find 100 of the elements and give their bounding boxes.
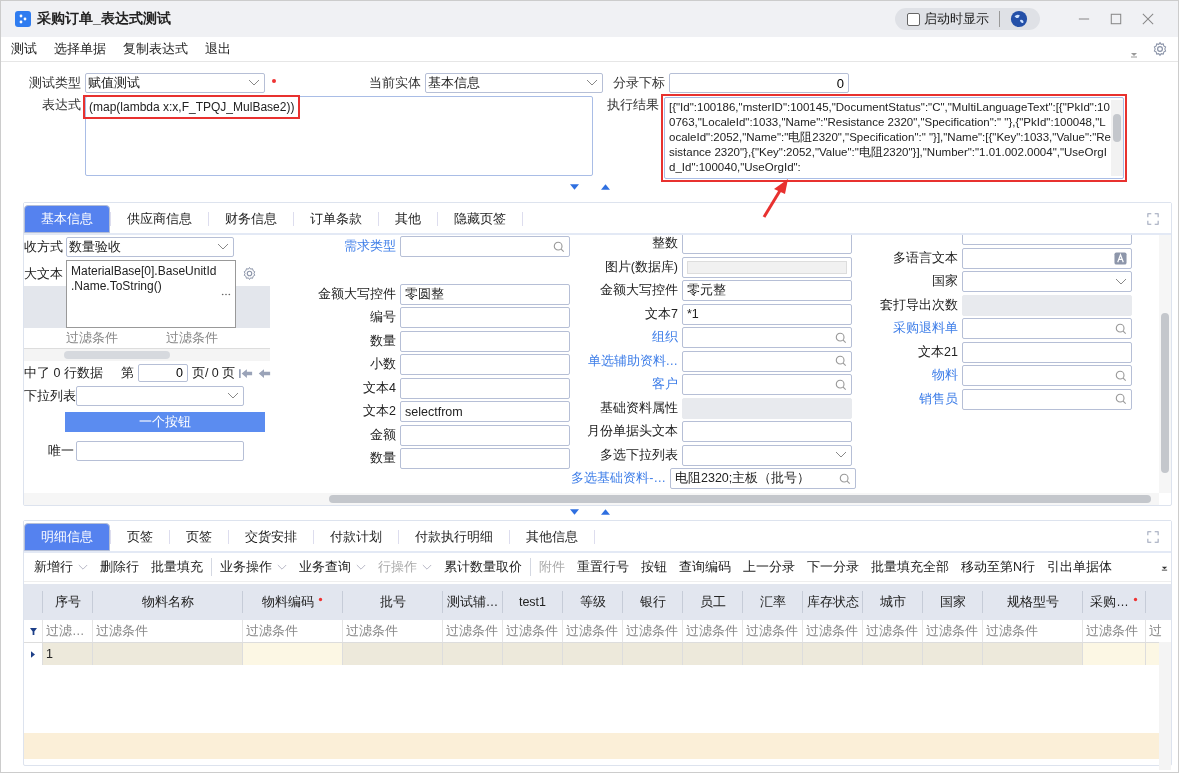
tab[interactable]: 订单条款 xyxy=(294,205,378,233)
input-field[interactable] xyxy=(400,354,570,376)
scrollbar[interactable] xyxy=(1111,100,1123,176)
close-icon[interactable] xyxy=(1142,13,1154,25)
input-field[interactable] xyxy=(962,388,1132,410)
search-icon[interactable] xyxy=(835,355,847,368)
column-header[interactable]: 等级 xyxy=(579,593,606,611)
input-field[interactable] xyxy=(682,235,852,255)
page-field[interactable]: 0 xyxy=(137,364,188,382)
input-field[interactable] xyxy=(400,448,570,470)
column-header[interactable]: 汇率 xyxy=(759,593,786,611)
menu-item[interactable]: 测试 xyxy=(11,40,37,58)
globe-icon[interactable] xyxy=(1010,10,1028,28)
search-icon[interactable] xyxy=(839,472,851,485)
input-field[interactable] xyxy=(962,318,1132,340)
field-label[interactable]: 单选辅助资料… xyxy=(582,352,682,370)
input-field[interactable] xyxy=(400,377,570,399)
input-field[interactable]: *1 xyxy=(682,303,852,325)
input-field[interactable] xyxy=(400,424,570,446)
toolbar-button[interactable]: 上一分录 xyxy=(737,555,801,579)
settings-icon[interactable] xyxy=(1152,41,1168,57)
language-icon[interactable] xyxy=(1114,251,1127,265)
receive-method-select[interactable]: 数量验收 xyxy=(66,237,234,257)
expression-field[interactable]: (map(lambda x:x,F_TPQJ_MulBase2)) xyxy=(85,96,593,176)
input-field[interactable] xyxy=(400,330,570,352)
maximize-icon[interactable] xyxy=(1110,13,1122,25)
toolbar-button[interactable]: 删除行 xyxy=(94,555,145,579)
scrollbar[interactable] xyxy=(24,349,270,361)
search-icon[interactable] xyxy=(1115,322,1127,335)
scrollbar[interactable] xyxy=(1159,235,1171,493)
collapse-up-icon[interactable] xyxy=(600,509,610,515)
field-label[interactable]: 采购退料单 xyxy=(862,320,962,338)
expand-icon[interactable] xyxy=(1147,213,1159,225)
input-field[interactable] xyxy=(962,341,1132,363)
entity-select[interactable]: 基本信息 xyxy=(425,73,603,93)
scrollbar[interactable] xyxy=(24,493,1159,505)
search-icon[interactable] xyxy=(1115,393,1127,406)
test-type-select[interactable]: 赋值测试 xyxy=(85,73,265,93)
first-page-icon[interactable] xyxy=(239,368,254,378)
tab[interactable]: 页签 xyxy=(111,523,169,551)
filter-icon[interactable] xyxy=(29,627,37,635)
input-field[interactable] xyxy=(400,307,570,329)
toolbar-button[interactable]: 查询编码 xyxy=(673,555,737,579)
column-header[interactable]: 员工 xyxy=(699,593,726,611)
tab[interactable]: 隐藏页签 xyxy=(438,205,522,233)
toolbar-button[interactable]: 重置行号 xyxy=(571,555,635,579)
filter-placeholder[interactable]: 过滤条件 xyxy=(66,329,166,347)
menu-item[interactable]: 退出 xyxy=(205,40,231,58)
input-field[interactable] xyxy=(682,421,852,443)
tab[interactable]: 明细信息 xyxy=(24,523,110,551)
more-icon[interactable] xyxy=(221,293,231,296)
tab[interactable]: 其他 xyxy=(379,205,437,233)
input-field[interactable] xyxy=(400,236,570,258)
input-field[interactable] xyxy=(962,365,1132,387)
toolbar-button[interactable]: 业务操作 xyxy=(214,555,293,579)
toolbar-button[interactable]: 新增行 xyxy=(28,555,94,579)
field-label[interactable]: 组织 xyxy=(582,329,682,347)
image-field[interactable] xyxy=(682,256,852,278)
column-header[interactable]: 规格型号 xyxy=(1006,593,1059,611)
result-field[interactable]: [{"Id":100186,"msterID":100145,"DocumentStatus":"C","MultiLanguageText":[{"PkId":100763,"LocaleId":1033,"Name":"Resistance 2320","Specification":" "},{"PkId":100048,"LocaleId":2052,"Name":"电阻2320","Specification":" "}],"Name":[{"Key":1033,"Value":"Resistance 2320"},{"Key":2052,"Value":"电阻2320"}],"Number":"1.01.002.0004","UseOrgId_Id":100040,"UseOrgId": xyxy=(664,97,1124,179)
collapse-up-icon[interactable] xyxy=(600,184,610,190)
column-header[interactable]: 银行 xyxy=(639,593,666,611)
startup-checkbox[interactable] xyxy=(907,12,920,26)
toolbar-button[interactable]: 下一分录 xyxy=(801,555,865,579)
column-header[interactable]: 测试辅… xyxy=(446,593,499,611)
collapse-down-icon[interactable] xyxy=(569,509,579,515)
field-label[interactable]: 物料 xyxy=(862,367,962,385)
scrollbar[interactable] xyxy=(1159,642,1171,770)
column-header[interactable]: 批号 xyxy=(379,593,406,611)
toolbar-button[interactable]: 批量填充 xyxy=(145,558,212,576)
entry-index-field[interactable]: 0 xyxy=(669,73,849,93)
menu-item[interactable]: 选择单据 xyxy=(54,40,106,58)
menu-item[interactable]: 复制表达式 xyxy=(123,40,188,58)
toolbar-button[interactable]: 批量填充全部 xyxy=(865,555,955,579)
toolbar-button[interactable]: 引出单据体 xyxy=(1041,555,1119,579)
expand-icon[interactable] xyxy=(1147,531,1159,543)
input-field[interactable] xyxy=(962,247,1132,269)
search-icon[interactable] xyxy=(835,331,847,344)
column-header[interactable]: test1 xyxy=(518,595,547,609)
column-header[interactable]: 库存状态 xyxy=(806,593,859,611)
search-icon[interactable] xyxy=(1115,369,1127,382)
tab[interactable]: 交货安排 xyxy=(229,523,313,551)
previous-page-icon[interactable] xyxy=(257,368,272,378)
unique-field[interactable] xyxy=(76,441,244,461)
tab[interactable]: 付款计划 xyxy=(314,523,398,551)
toolbar-button[interactable]: 业务查询 xyxy=(293,555,372,579)
tab[interactable]: 其他信息 xyxy=(510,523,594,551)
dropdown-select[interactable] xyxy=(76,386,244,406)
dropdown-select[interactable] xyxy=(962,271,1132,293)
toolbar-button[interactable]: 按钮 xyxy=(635,555,673,579)
column-header[interactable]: 物料编码 xyxy=(262,593,314,611)
tab[interactable]: 页签 xyxy=(170,523,228,551)
tab[interactable]: 付款执行明细 xyxy=(399,523,509,551)
column-header[interactable]: 序号 xyxy=(54,593,81,611)
tab[interactable]: 财务信息 xyxy=(209,205,293,233)
input-field[interactable]: 电阻2320;主板（批号） xyxy=(670,468,856,490)
column-header[interactable]: 采购… xyxy=(1090,593,1129,611)
big-text-field[interactable]: MaterialBase[0].BaseUnitId.Name.ToString() xyxy=(66,260,236,328)
field-label[interactable]: 需求类型 xyxy=(292,238,400,256)
input-field[interactable] xyxy=(682,327,852,349)
